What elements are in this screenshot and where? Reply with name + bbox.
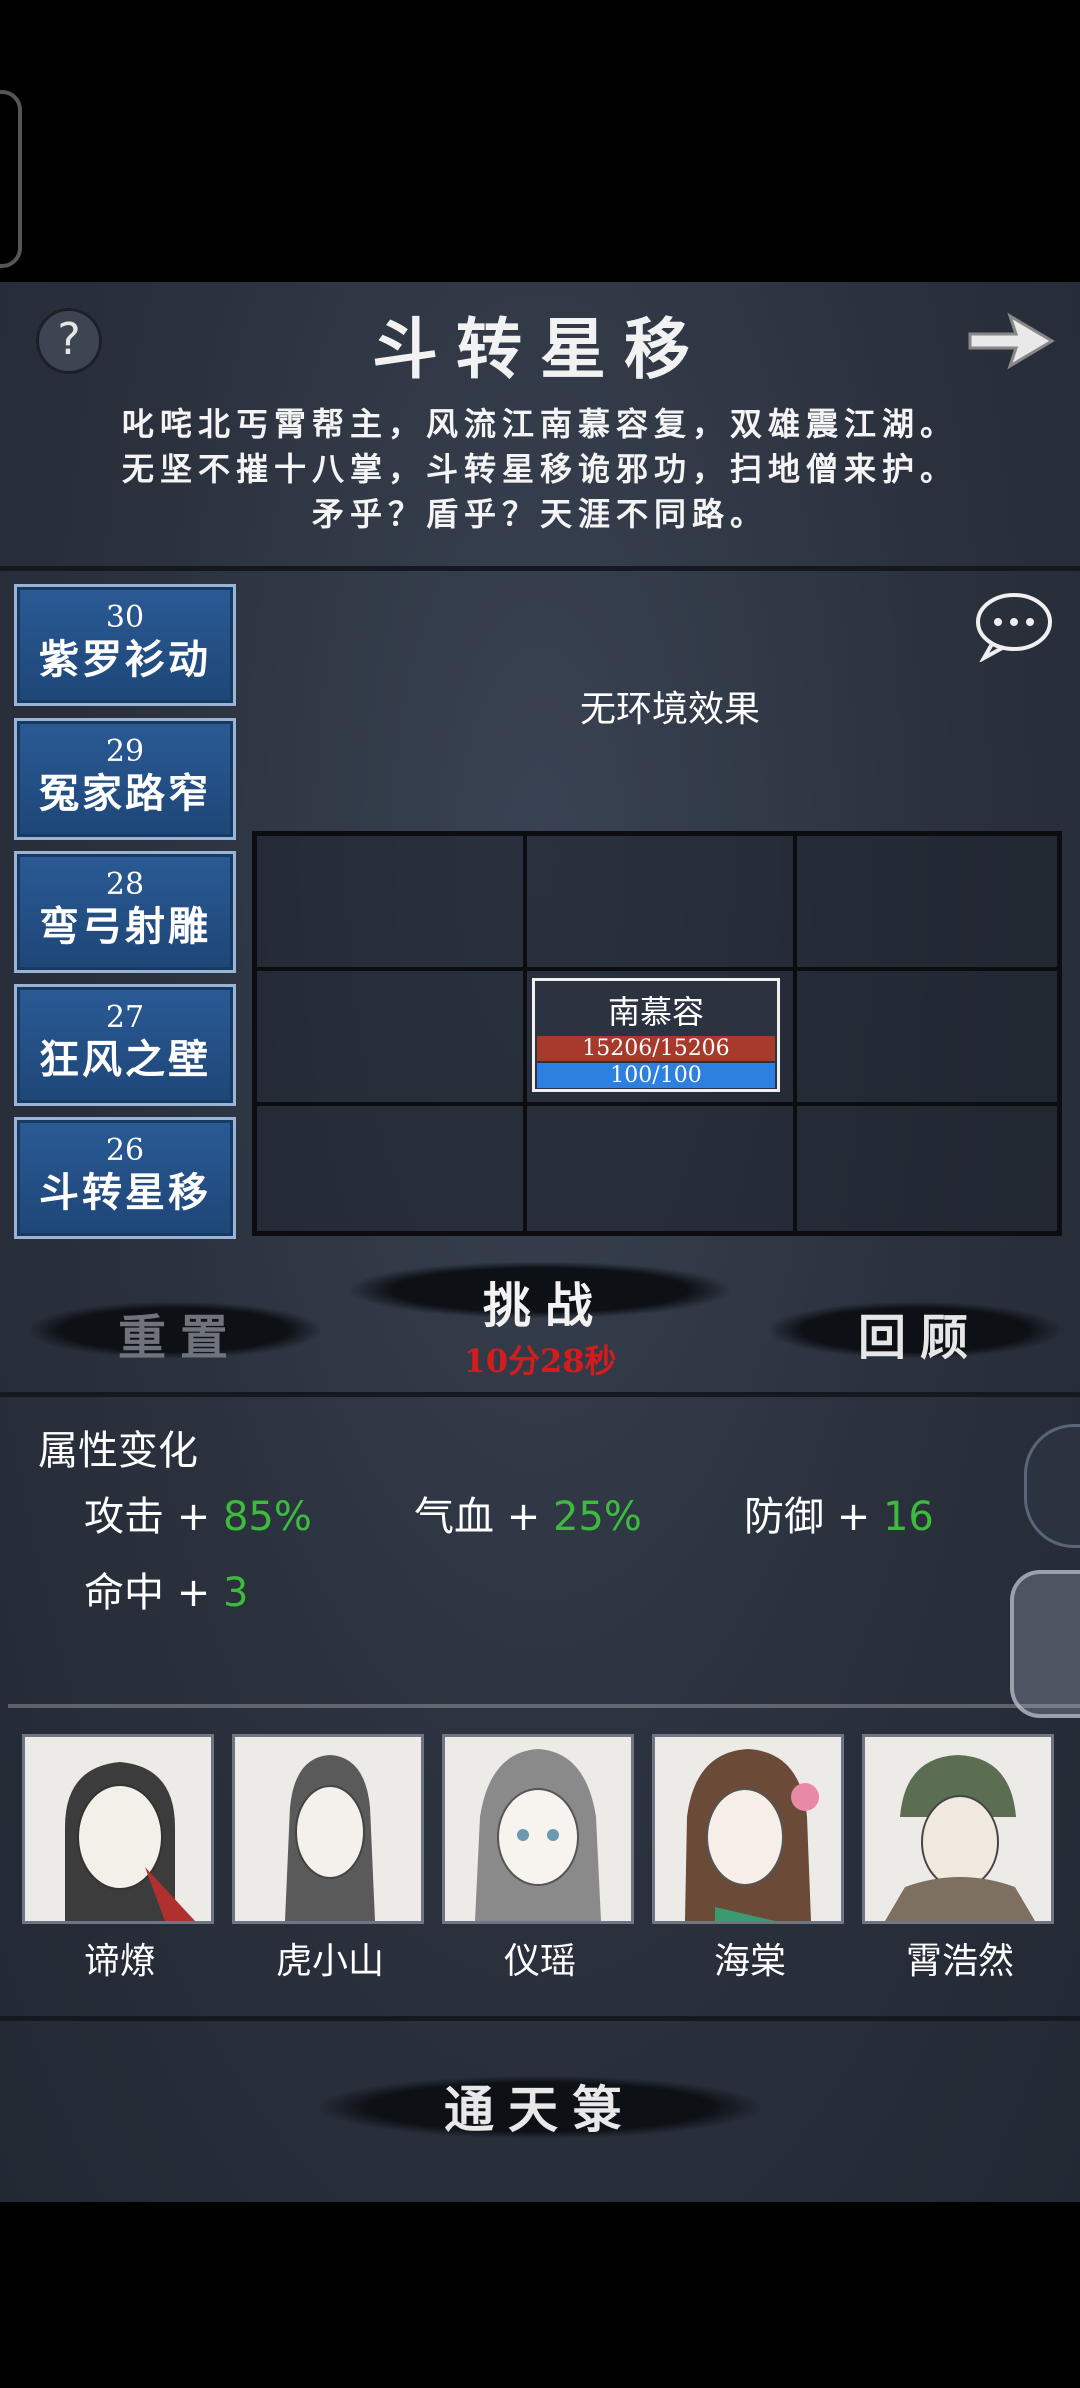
edge-decoration xyxy=(0,90,22,268)
hero-card[interactable]: 霄浩然 xyxy=(862,1734,1058,1984)
description-line: 矛乎？盾乎？天涯不同路。 xyxy=(311,495,768,533)
hero-name: 谛燎 xyxy=(83,1941,156,1982)
attribute-label: 命中 + xyxy=(84,1570,223,1616)
hero-card[interactable]: 谛燎 xyxy=(22,1734,218,1984)
hero-portrait-art xyxy=(885,1755,1035,1921)
level-item[interactable]: 28 弯弓射雕 xyxy=(14,851,236,973)
page-title: 斗转星移 xyxy=(372,310,708,388)
enemy-unit-card[interactable]: 南慕容 15206/15206 100/100 xyxy=(532,978,780,1092)
level-number: 30 xyxy=(105,600,145,635)
hero-portrait xyxy=(862,1734,1054,1924)
mp-bar: 100/100 xyxy=(537,1063,775,1088)
description-line: 无坚不摧十八掌，斗转星移诡邪功，扫地僧来护。 xyxy=(121,450,958,488)
attributes-title: 属性变化 xyxy=(38,1428,198,1474)
hero-portrait xyxy=(232,1734,424,1924)
hero-portrait xyxy=(652,1734,844,1924)
hero-card[interactable]: 仪瑶 xyxy=(442,1734,638,1984)
level-name: 狂风之壁 xyxy=(39,1036,211,1083)
level-name: 冤家路窄 xyxy=(39,770,211,817)
hero-portrait xyxy=(442,1734,634,1924)
grid-cell[interactable] xyxy=(795,834,1059,969)
attribute-label: 攻击 + xyxy=(84,1494,223,1540)
grid-cell[interactable] xyxy=(525,834,795,969)
attribute-attack: 攻击 + 85% xyxy=(84,1484,312,1542)
attribute-value: 85% xyxy=(222,1494,312,1540)
description: 叱咤北丐霄帮主，风流江南慕容复，双雄震江湖。 无坚不摧十八掌，斗转星移诡邪功，扫… xyxy=(0,402,1080,537)
attribute-label: 气血 + xyxy=(414,1494,553,1540)
level-number: 28 xyxy=(105,867,145,902)
hp-bar: 15206/15206 xyxy=(537,1036,775,1061)
divider xyxy=(0,566,1080,571)
hero-name: 仪瑶 xyxy=(503,1941,576,1982)
divider xyxy=(0,1392,1080,1397)
arrow-right-icon xyxy=(968,312,1055,370)
level-item[interactable]: 27 狂风之壁 xyxy=(14,984,236,1106)
level-name: 弯弓射雕 xyxy=(39,903,211,950)
grid-cell[interactable] xyxy=(255,969,525,1104)
level-name: 紫罗衫动 xyxy=(39,636,211,683)
level-item[interactable]: 30 紫罗衫动 xyxy=(14,584,236,706)
attribute-value: 25% xyxy=(552,1494,642,1540)
level-item[interactable]: 26 斗转星移 xyxy=(14,1117,236,1239)
tongtianlu-button[interactable]: 通天箓 xyxy=(400,2070,680,2142)
description-line: 叱咤北丐霄帮主，风流江南慕容复，双雄震江湖。 xyxy=(121,405,958,443)
hero-portrait xyxy=(22,1734,214,1924)
level-number: 26 xyxy=(105,1133,145,1168)
grid-cell[interactable] xyxy=(255,834,525,969)
attribute-defense: 防御 + 16 xyxy=(744,1484,934,1542)
attribute-accuracy: 命中 + 3 xyxy=(84,1560,248,1618)
attribute-value: 3 xyxy=(222,1570,249,1616)
hero-name: 霄浩然 xyxy=(905,1941,1014,1982)
grid-cell[interactable] xyxy=(525,1104,795,1233)
hero-name: 海棠 xyxy=(713,1941,786,1982)
countdown-timer: 10分28秒 xyxy=(463,1342,617,1380)
hero-portrait-art xyxy=(475,1749,601,1921)
hero-portrait-art xyxy=(685,1749,819,1921)
chat-bubble-icon xyxy=(976,593,1052,662)
hero-portrait-art xyxy=(65,1762,195,1921)
challenge-button[interactable]: 挑战 xyxy=(440,1266,650,1336)
attribute-label: 防御 + xyxy=(744,1494,883,1540)
hero-card[interactable]: 虎小山 xyxy=(232,1734,428,1984)
divider xyxy=(0,2016,1080,2021)
level-number: 29 xyxy=(105,734,145,769)
next-arrow-button[interactable] xyxy=(966,306,1056,376)
review-button[interactable]: 回顾 xyxy=(820,1298,1020,1368)
grid-cell[interactable] xyxy=(255,1104,525,1233)
chat-button[interactable] xyxy=(974,592,1054,662)
side-float-button[interactable] xyxy=(1010,1570,1080,1718)
hero-card[interactable]: 海棠 xyxy=(652,1734,848,1984)
level-number: 27 xyxy=(105,1000,145,1035)
level-item[interactable]: 29 冤家路窄 xyxy=(14,718,236,840)
attribute-hp: 气血 + 25% xyxy=(414,1484,642,1542)
divider xyxy=(8,1704,1080,1708)
level-name: 斗转星移 xyxy=(39,1169,211,1216)
grid-cell[interactable] xyxy=(795,969,1059,1104)
attribute-value: 16 xyxy=(882,1494,934,1540)
enemy-name: 南慕容 xyxy=(607,993,704,1031)
reset-button[interactable]: 重置 xyxy=(80,1298,280,1368)
grid-cell[interactable] xyxy=(795,1104,1059,1233)
environment-effect: 无环境效果 xyxy=(579,689,760,730)
hero-portrait-art xyxy=(285,1755,375,1921)
hero-name: 虎小山 xyxy=(275,1941,384,1982)
